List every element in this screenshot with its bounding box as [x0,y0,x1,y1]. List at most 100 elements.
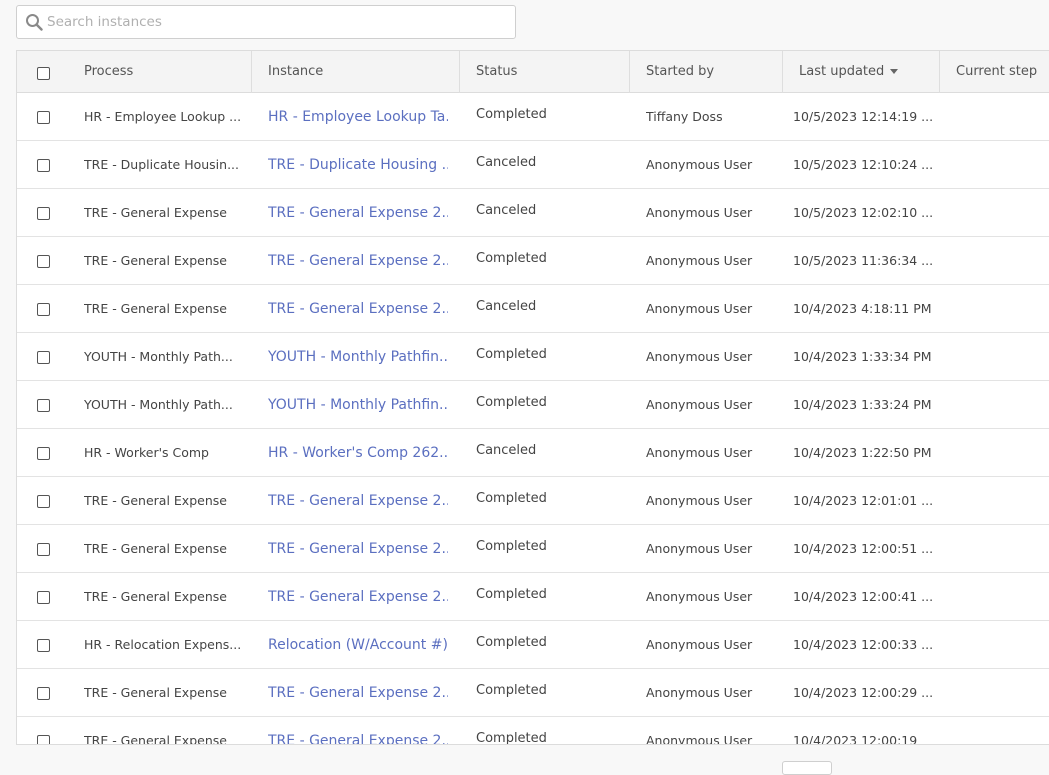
table-row[interactable]: TRE - General Expense TRE - General Expen… [17,285,1049,333]
table-row[interactable]: TRE - General Expense TRE - General Expen… [17,669,1049,717]
instance-link[interactable]: TRE - General Expense 2... [268,189,448,237]
status-cell: Canceled [476,155,537,170]
column-divider[interactable] [629,51,630,93]
current-step-cell [956,669,1049,717]
last-updated-cell: 10/4/2023 12:00:33 ... [793,637,934,652]
last-updated-cell: 10/5/2023 12:10:24 ... [793,157,934,172]
current-step-cell [956,93,1049,141]
pagination-control[interactable] [782,761,832,775]
instance-link[interactable]: HR - Worker's Comp 262... [268,429,448,477]
started-by-cell: Anonymous User [646,301,753,316]
column-header-started-by[interactable]: Started by [646,51,714,93]
last-updated-cell: 10/5/2023 12:02:10 ... [793,205,934,220]
table-row[interactable]: TRE - General Expense TRE - General Expen… [17,189,1049,237]
table-row[interactable]: HR - Employee Lookup ... HR - Employee Lo… [17,93,1049,141]
row-checkbox[interactable] [37,399,50,412]
status-cell: Completed [476,251,547,266]
started-by-cell: Anonymous User [646,397,753,412]
column-header-started-by-label: Started by [646,64,715,79]
status-cell: Completed [476,347,547,362]
select-all-checkbox[interactable] [37,67,50,80]
column-header-last-updated-label: Last updated [799,64,885,79]
column-header-process[interactable]: Process [84,51,133,93]
instance-link[interactable]: TRE - General Expense 2... [268,477,448,525]
last-updated-cell: 10/4/2023 12:00:19 [793,733,918,745]
current-step-cell [956,621,1049,669]
row-checkbox[interactable] [37,207,50,220]
table-row[interactable]: TRE - General Expense TRE - General Expen… [17,525,1049,573]
instances-table: Process Instance Status Started by Last … [16,50,1049,745]
row-checkbox[interactable] [37,495,50,508]
process-cell: TRE - General Expense [84,493,227,508]
status-cell: Completed [476,539,547,554]
column-header-current-step[interactable]: Current step [956,51,1037,93]
table-row[interactable]: TRE - Duplicate Housin... TRE - Duplicate… [17,141,1049,189]
table-row[interactable]: TRE - General Expense TRE - General Expen… [17,573,1049,621]
row-checkbox[interactable] [37,159,50,172]
started-by-cell: Anonymous User [646,493,753,508]
row-checkbox[interactable] [37,687,50,700]
current-step-cell [956,717,1049,744]
status-cell: Canceled [476,299,537,314]
column-header-instance[interactable]: Instance [268,51,323,93]
table-row[interactable]: HR - Worker's Comp HR - Worker's Comp 262… [17,429,1049,477]
process-cell: TRE - General Expense [84,253,227,268]
status-cell: Canceled [476,443,537,458]
instance-link[interactable]: TRE - General Expense 2... [268,573,448,621]
process-cell: TRE - General Expense [84,301,227,316]
status-cell: Completed [476,683,547,698]
row-checkbox[interactable] [37,591,50,604]
current-step-cell [956,381,1049,429]
process-cell: TRE - General Expense [84,205,227,220]
table-row[interactable]: TRE - General Expense TRE - General Expen… [17,237,1049,285]
column-header-last-updated[interactable]: Last updated [799,51,899,93]
instance-link[interactable]: TRE - General Expense 2... [268,717,448,744]
row-checkbox[interactable] [37,639,50,652]
instance-link[interactable]: Relocation (W/Account #)... [268,621,448,669]
row-checkbox[interactable] [37,111,50,124]
table-row[interactable]: YOUTH - Monthly Path... YOUTH - Monthly P… [17,381,1049,429]
instance-link[interactable]: TRE - General Expense 2... [268,285,448,333]
table-row[interactable]: YOUTH - Monthly Path... YOUTH - Monthly P… [17,333,1049,381]
search-input[interactable] [47,6,507,38]
process-cell: HR - Relocation Expens... [84,637,242,652]
current-step-cell [956,141,1049,189]
current-step-cell [956,189,1049,237]
status-cell: Completed [476,587,547,602]
row-checkbox[interactable] [37,255,50,268]
instance-link[interactable]: TRE - General Expense 2... [268,669,448,717]
column-header-status[interactable]: Status [476,51,517,93]
process-cell: TRE - General Expense [84,589,227,604]
current-step-cell [956,285,1049,333]
row-checkbox[interactable] [37,543,50,556]
last-updated-cell: 10/4/2023 4:18:11 PM [793,301,932,316]
process-cell: TRE - General Expense [84,733,227,745]
instance-link[interactable]: TRE - Duplicate Housing ... [268,141,448,189]
table-row[interactable]: TRE - General Expense TRE - General Expen… [17,477,1049,525]
table-row[interactable]: HR - Relocation Expens... Relocation (W/A… [17,621,1049,669]
table-row[interactable]: TRE - General Expense TRE - General Expen… [17,717,1049,745]
search-box[interactable] [16,5,516,39]
row-checkbox[interactable] [37,447,50,460]
column-header-status-label: Status [476,64,518,79]
row-checkbox[interactable] [37,303,50,316]
current-step-cell [956,477,1049,525]
row-checkbox[interactable] [37,735,50,744]
search-icon [26,14,43,31]
started-by-cell: Anonymous User [646,445,753,460]
process-cell: TRE - General Expense [84,685,227,700]
column-header-current-step-label: Current step [956,64,1038,79]
instance-link[interactable]: HR - Employee Lookup Ta... [268,93,448,141]
instance-link[interactable]: YOUTH - Monthly Pathfin... [268,381,448,429]
instance-link[interactable]: YOUTH - Monthly Pathfin... [268,333,448,381]
instance-link[interactable]: TRE - General Expense 2... [268,525,448,573]
row-checkbox[interactable] [37,351,50,364]
column-divider[interactable] [459,51,460,93]
last-updated-cell: 10/5/2023 11:36:34 ... [793,253,934,268]
column-divider[interactable] [251,51,252,93]
started-by-cell: Anonymous User [646,253,753,268]
column-divider[interactable] [939,51,940,93]
status-cell: Canceled [476,203,537,218]
column-divider[interactable] [782,51,783,93]
instance-link[interactable]: TRE - General Expense 2... [268,237,448,285]
